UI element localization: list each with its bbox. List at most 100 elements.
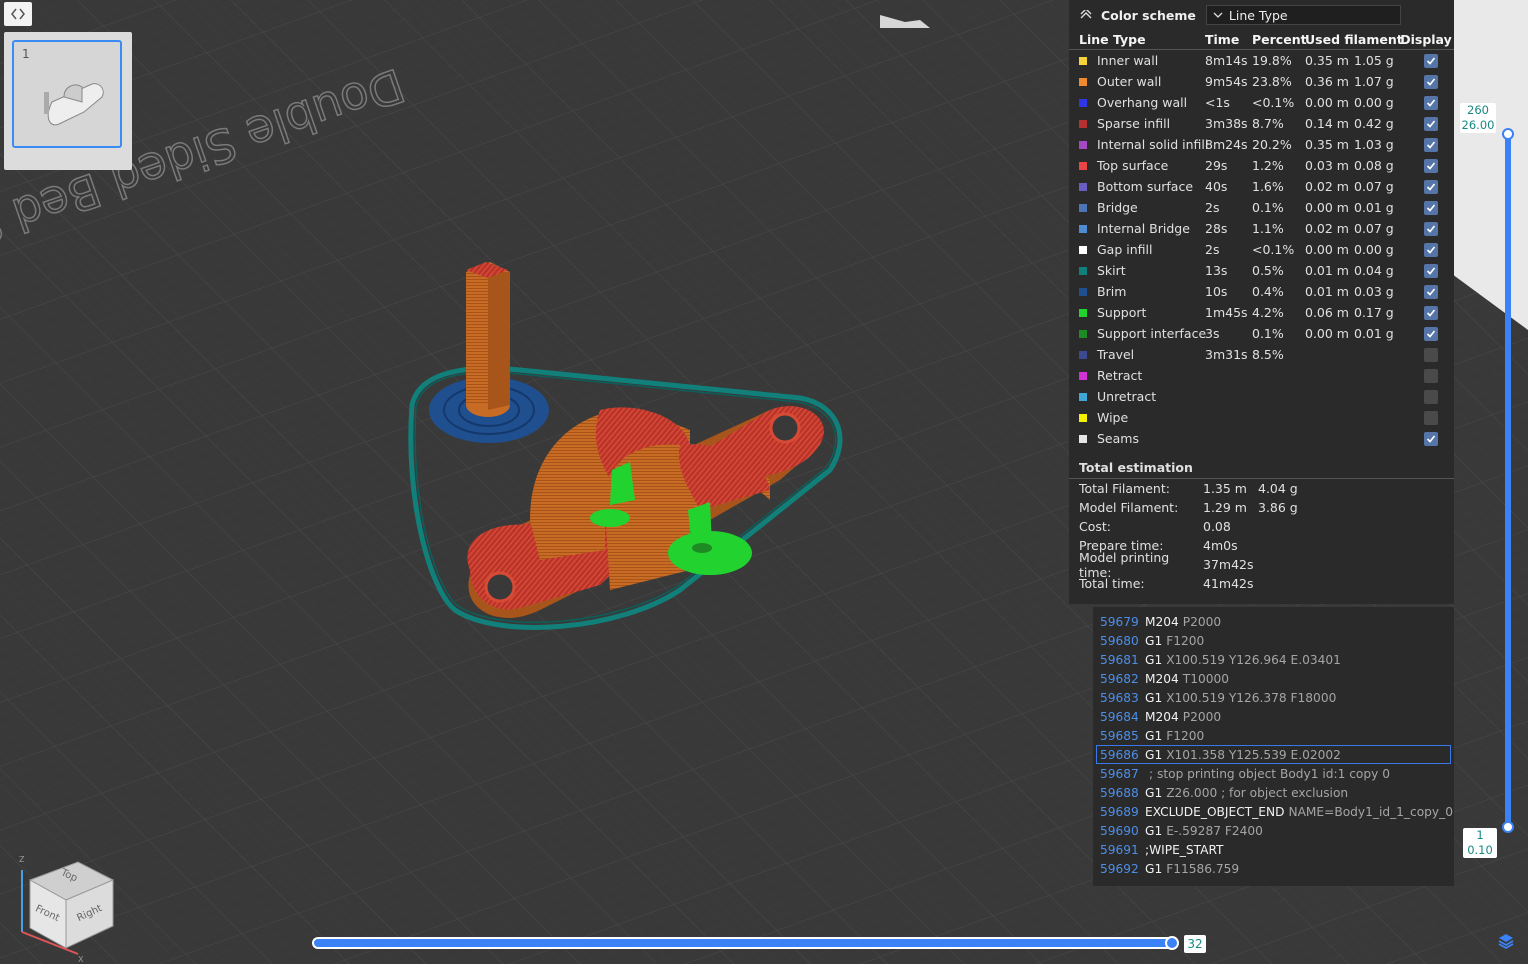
total-value-1: 0.08 — [1203, 519, 1231, 534]
legend-row: Internal Bridge 28s 1.1% 0.02 m 0.07 g — [1069, 218, 1454, 239]
gcode-line-number: 59692 — [1100, 861, 1139, 876]
check-icon — [1426, 161, 1436, 170]
plate-preview-icon — [44, 83, 104, 126]
display-checkbox[interactable] — [1424, 389, 1438, 404]
gcode-line[interactable]: 59690 G1 E-.59287 F2400 — [1093, 821, 1454, 840]
legend-row-time: 2s — [1205, 242, 1220, 257]
gcode-line[interactable]: 59683 G1 X100.519 Y126.378 F18000 — [1093, 688, 1454, 707]
gcode-command: G1 — [1145, 728, 1163, 743]
plate-thumbnail[interactable]: 1 — [12, 40, 122, 148]
gcode-command: M204 — [1145, 671, 1179, 686]
display-checkbox[interactable] — [1424, 116, 1438, 131]
move-slider-track[interactable] — [312, 937, 1174, 949]
check-icon — [1426, 266, 1436, 275]
legend-row-name: Gap infill — [1069, 242, 1205, 257]
move-slider-handle[interactable] — [1165, 936, 1179, 950]
total-label: Model Filament: — [1079, 500, 1179, 515]
gcode-arguments: T10000 — [1182, 671, 1229, 686]
legend-row: Bottom surface 40s 1.6% 0.02 m 0.07 g — [1069, 176, 1454, 197]
legend-rows: Inner wall 8m14s 19.8% 0.35 m 1.05 g Outer wa… — [1069, 50, 1454, 449]
legend-row-label: Support interface — [1097, 326, 1207, 341]
gcode-arguments: F1200 — [1166, 633, 1205, 648]
gcode-command: EXCLUDE_OBJECT_END — [1145, 804, 1285, 819]
legend-row-percent: <0.1% — [1252, 95, 1295, 110]
legend-row-label: Skirt — [1097, 263, 1126, 278]
legend-row-name: Skirt — [1069, 263, 1205, 278]
gcode-line[interactable]: 59681 G1 X100.519 Y126.964 E.03401 — [1093, 650, 1454, 669]
gcode-line[interactable]: 59680 G1 F1200 — [1093, 631, 1454, 650]
gcode-arguments: P2000 — [1182, 614, 1222, 629]
check-icon — [1426, 98, 1436, 107]
display-checkbox[interactable] — [1424, 53, 1438, 68]
display-checkbox[interactable] — [1424, 221, 1438, 236]
legend-row-length: 0.00 m — [1305, 326, 1349, 341]
legend-row-display — [1400, 116, 1452, 131]
gcode-line[interactable]: 59688 G1 Z26.000 ; for object exclusion — [1093, 783, 1454, 802]
gcode-line[interactable]: 59692 G1 F11586.759 — [1093, 859, 1454, 878]
layers-icon[interactable] — [1496, 931, 1516, 951]
gcode-line-number: 59680 — [1100, 633, 1139, 648]
display-checkbox[interactable] — [1424, 74, 1438, 89]
display-checkbox[interactable] — [1424, 284, 1438, 299]
legend-color-swatch — [1079, 98, 1087, 107]
legend-row-display — [1400, 305, 1452, 320]
display-checkbox[interactable] — [1424, 326, 1438, 341]
gcode-line[interactable]: 59687 ; stop printing object Body1 id:1 c… — [1093, 764, 1454, 783]
gcode-line[interactable]: 59691 ;WIPE_START — [1093, 840, 1454, 859]
legend-row-label: Inner wall — [1097, 53, 1159, 68]
legend-row: Top surface 29s 1.2% 0.03 m 0.08 g — [1069, 155, 1454, 176]
display-checkbox[interactable] — [1424, 200, 1438, 215]
display-checkbox[interactable] — [1424, 305, 1438, 320]
gcode-line[interactable]: 59689 EXCLUDE_OBJECT_END NAME=Body1_id_1_c… — [1093, 802, 1454, 821]
legend-row-display — [1400, 74, 1452, 89]
legend-row-weight: 1.05 g — [1354, 53, 1394, 68]
gcode-command: G1 — [1145, 861, 1163, 876]
layer-slider-track[interactable] — [1505, 134, 1511, 828]
legend-row-name: Overhang wall — [1069, 95, 1205, 110]
legend-row-length: 0.00 m — [1305, 242, 1349, 257]
bottom-layer-number: 1 — [1476, 828, 1484, 842]
legend-row-length: 0.35 m — [1305, 53, 1349, 68]
gcode-line[interactable]: 59679 M204 P2000 — [1093, 612, 1454, 631]
chevron-up-icon[interactable] — [1079, 10, 1093, 20]
display-checkbox[interactable] — [1424, 158, 1438, 173]
display-checkbox[interactable] — [1424, 179, 1438, 194]
color-scheme-dropdown[interactable]: Line Type — [1205, 5, 1401, 25]
layer-slider-top-handle[interactable] — [1502, 128, 1514, 140]
legend-color-swatch — [1079, 392, 1087, 401]
legend-row-display — [1400, 368, 1452, 383]
legend-row-label: Sparse infill — [1097, 116, 1171, 131]
gcode-command: G1 — [1145, 690, 1163, 705]
legend-color-swatch — [1079, 224, 1087, 233]
legend-row-display — [1400, 431, 1452, 446]
display-checkbox[interactable] — [1424, 242, 1438, 257]
col-used-filament: Used filament — [1305, 32, 1403, 47]
display-checkbox[interactable] — [1424, 347, 1438, 362]
display-checkbox[interactable] — [1424, 95, 1438, 110]
display-checkbox[interactable] — [1424, 410, 1438, 425]
gcode-line[interactable]: 59685 G1 F1200 — [1093, 726, 1454, 745]
display-checkbox[interactable] — [1424, 137, 1438, 152]
gcode-line[interactable]: 59684 M204 P2000 — [1093, 707, 1454, 726]
legend-row-time: 29s — [1205, 158, 1228, 173]
gcode-arguments: X100.519 Y126.378 F18000 — [1166, 690, 1337, 705]
display-checkbox[interactable] — [1424, 263, 1438, 278]
display-checkbox[interactable] — [1424, 368, 1438, 383]
legend-row-weight: 0.04 g — [1354, 263, 1394, 278]
legend-row-display — [1400, 242, 1452, 257]
gcode-command: M204 — [1145, 614, 1179, 629]
view-cube[interactable]: Top Front Right Z X — [8, 852, 118, 962]
legend-color-swatch — [1079, 350, 1087, 359]
legend-row-time: 40s — [1205, 179, 1228, 194]
gcode-line[interactable]: 59682 M204 T10000 — [1093, 669, 1454, 688]
legend-row: Sparse infill 3m38s 8.7% 0.14 m 0.42 g — [1069, 113, 1454, 134]
collapse-panel-button[interactable] — [4, 2, 32, 26]
legend-panel: Color scheme Line Type Line Type Time Pe… — [1069, 0, 1454, 604]
display-checkbox[interactable] — [1424, 431, 1438, 446]
legend-row-percent: 1.6% — [1252, 179, 1284, 194]
legend-row-time: 8m14s — [1205, 53, 1248, 68]
layer-slider-bottom-handle[interactable] — [1502, 821, 1514, 833]
gcode-viewer[interactable]: 59679 M204 P2000 59680 G1 F1200 59681 G1 X100.51… — [1093, 607, 1454, 886]
gcode-line[interactable]: 59686 G1 X101.358 Y125.539 E.02002 — [1096, 745, 1451, 764]
legend-row-label: Wipe — [1097, 410, 1129, 425]
